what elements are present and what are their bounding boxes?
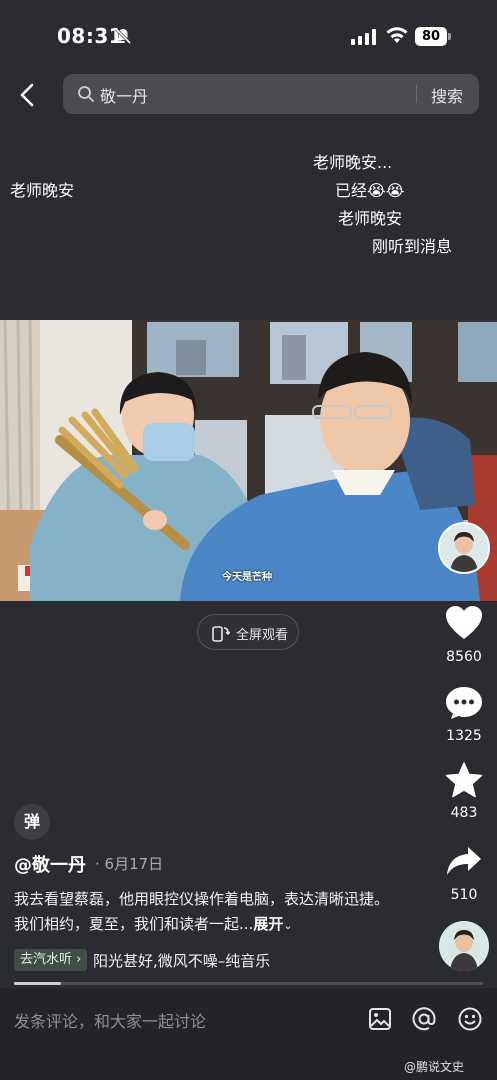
comment-button[interactable] <box>445 685 483 721</box>
author-name[interactable]: @敬一丹 <box>14 851 86 877</box>
danmaku-toggle-button[interactable]: 弹 <box>14 804 50 840</box>
danmaku-comment: 老师晚安... <box>313 153 393 172</box>
search-button[interactable]: 搜索 <box>431 83 463 107</box>
post-date: · 6月17日 <box>95 855 164 873</box>
mention-at-icon[interactable] <box>411 1006 437 1032</box>
battery-indicator: 80 <box>415 27 451 46</box>
rotate-screen-icon <box>212 626 230 642</box>
wifi-icon <box>386 27 408 43</box>
favorite-count: 483 <box>450 805 478 821</box>
danmaku-comment: 老师晚安 <box>10 181 75 200</box>
search-input[interactable]: 敬一丹 搜索 <box>63 74 479 114</box>
favorite-star-button[interactable] <box>445 762 483 798</box>
fullscreen-button[interactable]: 全屏观看 <box>197 614 299 650</box>
image-icon[interactable] <box>367 1006 393 1032</box>
danmaku-comment: 老师晚安 <box>338 209 403 228</box>
like-button[interactable] <box>445 605 483 641</box>
search-icon <box>78 86 94 102</box>
video-progress-fill <box>14 982 61 985</box>
description-text: 我去看望蔡磊，他用眼控仪操作着电脑，表达清晰迅捷。我们相约，夏至，我们和读者一起… <box>14 890 390 933</box>
battery-level: 80 <box>415 27 447 46</box>
battery-tip <box>448 33 451 40</box>
share-count: 510 <box>450 887 478 903</box>
cellular-signal-icon <box>351 29 376 45</box>
chevron-right-icon: › <box>72 952 82 967</box>
music-disc-avatar[interactable] <box>439 921 489 971</box>
status-bar: 08:31 80 <box>0 0 497 66</box>
music-tag-label: 去汽水听 <box>20 952 73 967</box>
search-query: 敬一丹 <box>100 87 149 106</box>
video-caption: 今天是芒种 <box>222 572 272 583</box>
video-player[interactable] <box>0 320 497 601</box>
author-avatar[interactable] <box>438 522 490 574</box>
fullscreen-label: 全屏观看 <box>236 628 289 643</box>
music-title[interactable]: 阳光甚好,微风不噪–纯音乐 <box>93 950 270 971</box>
comment-count: 1325 <box>446 728 482 744</box>
like-count: 8560 <box>446 649 482 665</box>
expand-button[interactable]: 展开 <box>253 915 283 933</box>
avatar-photo <box>440 524 488 572</box>
post-description: 我去看望蔡磊，他用眼控仪操作着电脑，表达清晰迅捷。我们相约，夏至，我们和读者一起… <box>14 887 394 938</box>
danmaku-comment: 已经😭😭 <box>335 181 405 200</box>
share-arrow-button[interactable] <box>446 845 482 877</box>
weibo-watermark: @鹏说文史 <box>404 1060 465 1074</box>
danmaku-comment: 刚听到消息 <box>372 237 453 256</box>
search-divider <box>416 85 417 103</box>
comment-input[interactable]: 发条评论，和大家一起讨论 <box>14 1008 206 1032</box>
music-app-link[interactable]: 去汽水听 › <box>14 949 88 971</box>
music-disc-photo <box>439 921 489 971</box>
chevron-down-icon[interactable]: ⌄ <box>283 919 292 932</box>
video-progress-bar[interactable] <box>14 982 483 985</box>
bell-muted-icon <box>114 27 132 45</box>
video-frame <box>0 320 497 601</box>
back-button[interactable] <box>12 78 44 112</box>
emoji-icon[interactable] <box>457 1006 483 1032</box>
